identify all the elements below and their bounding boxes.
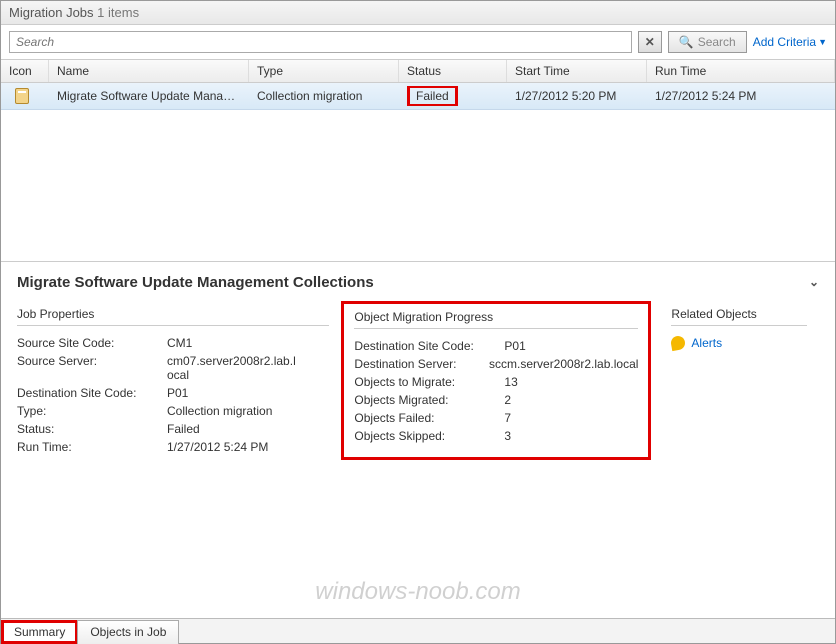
related-objects-panel: Related Objects Alerts: [651, 307, 819, 460]
migration-progress-panel: Object Migration Progress Destination Si…: [341, 301, 651, 460]
details-title-row: Migrate Software Update Management Colle…: [17, 274, 819, 291]
search-icon: 🔍: [679, 35, 694, 49]
search-button[interactable]: 🔍 Search: [668, 31, 747, 53]
row-icon-cell: [1, 85, 49, 107]
job-properties-panel: Job Properties Source Site Code:CM1 Sour…: [17, 307, 341, 460]
add-criteria-link[interactable]: Add Criteria ▼: [753, 35, 827, 49]
col-status[interactable]: Status: [399, 60, 507, 82]
row-type: Collection migration: [249, 86, 399, 106]
kv: Run Time:1/27/2012 5:24 PM: [17, 440, 329, 454]
row-name: Migrate Software Update Manageme...: [49, 86, 249, 106]
kv: Objects Skipped:3: [354, 429, 638, 443]
kv: Destination Site Code:P01: [354, 339, 638, 353]
search-row: ✕ 🔍 Search Add Criteria ▼: [1, 25, 835, 59]
watermark: windows-noob.com: [315, 578, 520, 606]
lower-space: windows-noob.com: [1, 468, 835, 619]
details-columns: Job Properties Source Site Code:CM1 Sour…: [17, 307, 819, 460]
kv: Destination Server:sccm.server2008r2.lab…: [354, 357, 638, 371]
col-icon[interactable]: Icon: [1, 60, 49, 82]
tab-summary[interactable]: Summary: [1, 620, 78, 644]
add-criteria-label: Add Criteria: [753, 35, 816, 49]
tab-objects-in-job[interactable]: Objects in Job: [77, 620, 179, 644]
related-heading: Related Objects: [671, 307, 807, 326]
job-properties-heading: Job Properties: [17, 307, 329, 326]
col-type[interactable]: Type: [249, 60, 399, 82]
header-title: Migration Jobs: [9, 5, 94, 20]
row-start: 1/27/2012 5:20 PM: [507, 86, 647, 106]
row-status-cell: Failed: [399, 86, 507, 106]
detail-tabs: Summary Objects in Job: [1, 618, 835, 643]
alerts-label: Alerts: [691, 336, 722, 350]
kv: Source Site Code:CM1: [17, 336, 329, 350]
col-name[interactable]: Name: [49, 60, 249, 82]
chevron-down-icon: ▼: [818, 37, 827, 47]
details-pane: Migrate Software Update Management Colle…: [1, 261, 835, 468]
header-count: 1 items: [97, 5, 139, 20]
alerts-link[interactable]: Alerts: [671, 336, 807, 350]
collapse-icon[interactable]: ⌄: [809, 275, 819, 289]
details-title: Migrate Software Update Management Colle…: [17, 274, 374, 291]
grid-empty-area: [1, 110, 835, 261]
row-run: 1/27/2012 5:24 PM: [647, 86, 835, 106]
col-start[interactable]: Start Time: [507, 60, 647, 82]
search-button-label: Search: [698, 35, 736, 49]
kv: Type:Collection migration: [17, 404, 329, 418]
table-row[interactable]: Migrate Software Update Manageme... Coll…: [1, 83, 835, 110]
header-bar: Migration Jobs 1 items: [1, 1, 835, 25]
kv: Objects to Migrate:13: [354, 375, 638, 389]
col-run[interactable]: Run Time: [647, 60, 835, 82]
table-header: Icon Name Type Status Start Time Run Tim…: [1, 59, 835, 83]
clear-search-button[interactable]: ✕: [638, 31, 662, 53]
kv: Destination Site Code:P01: [17, 386, 329, 400]
kv: Status:Failed: [17, 422, 329, 436]
job-icon: [15, 88, 29, 104]
kv: Objects Failed:7: [354, 411, 638, 425]
progress-heading: Object Migration Progress: [354, 310, 638, 329]
x-icon: ✕: [645, 35, 655, 49]
kv: Objects Migrated:2: [354, 393, 638, 407]
search-input[interactable]: [9, 31, 632, 53]
bell-icon: [670, 334, 686, 350]
kv: Source Server:cm07.server2008r2.lab.loca…: [17, 354, 329, 382]
row-status: Failed: [407, 86, 458, 106]
